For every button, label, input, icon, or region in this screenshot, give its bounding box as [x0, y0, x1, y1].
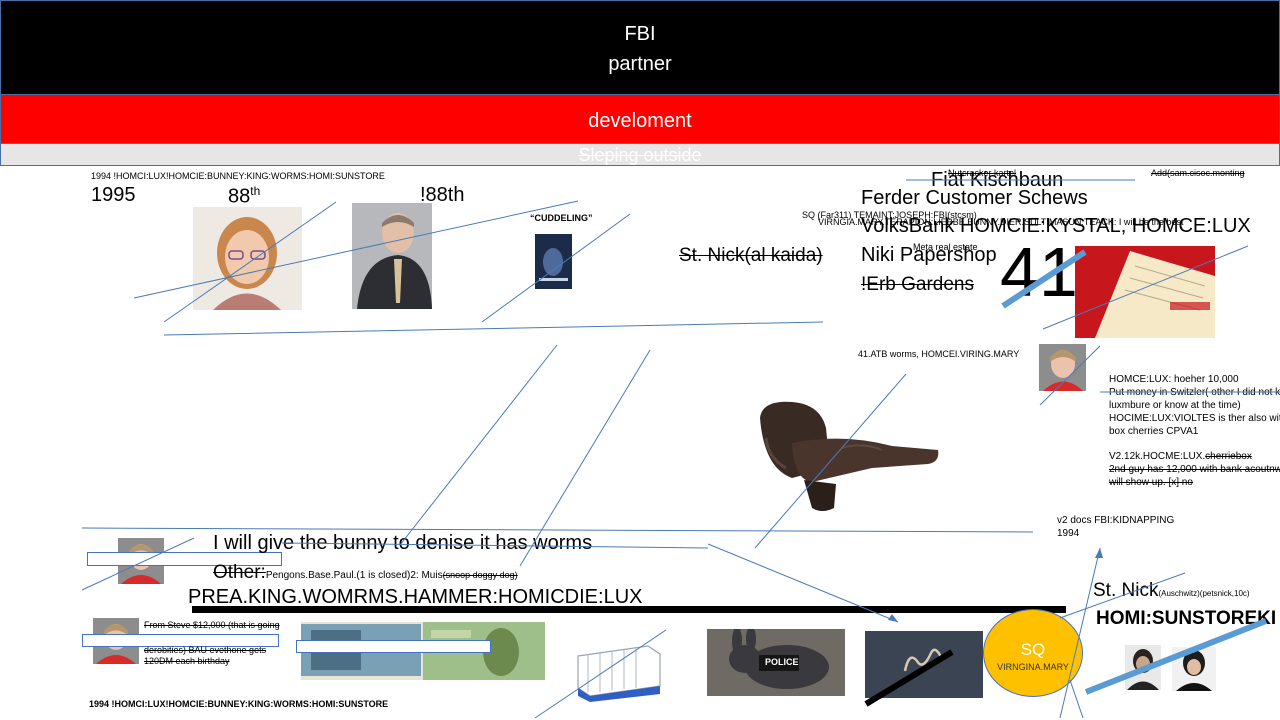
- note-6: V2.12k.HOCME:LUX.cherriebox: [1109, 451, 1252, 462]
- woman-portrait-photo: [193, 207, 302, 310]
- label-88th: 88th: [228, 184, 260, 209]
- sq-circle: SQ VIRNGINA.MARY: [983, 609, 1083, 697]
- note-1: HOMCE:LUX: hoeher 10,000: [1109, 374, 1239, 385]
- recliner-chair-image: [752, 398, 940, 516]
- steve-line-3: 120DM each birthday: [144, 656, 230, 666]
- woman-portrait-drawing: [213, 217, 281, 310]
- other-line: Other:Pengons.Base.Paul.(1 is closed)2: …: [213, 562, 518, 584]
- st-nick-label: St. Nick(al kaida): [679, 245, 823, 266]
- savings-book-drawing: [1095, 251, 1215, 338]
- movie-poster-drawing: [539, 248, 568, 281]
- steve-line-2: derobities) BAU evethone gets: [144, 645, 267, 655]
- grey-band: Sleping outside: [0, 143, 1280, 166]
- big-41-label: 41: [1000, 233, 1078, 311]
- label-88-sup: th: [250, 184, 261, 198]
- kidnapping-note: v2 docs FBI:KIDNAPPING 1994: [1057, 514, 1174, 540]
- atb-label: 41.ATB worms, HOMCEI.VIRING.MARY: [858, 349, 1020, 359]
- note-7: 2nd guy has 12,000 with bank acoutnwe: [1109, 464, 1280, 475]
- steve-line-1: From Steve $12,000 (that is going: [144, 620, 280, 630]
- st-nick-bottom-label: St. Nick: [1093, 580, 1159, 601]
- note-2: Put money in Switzler( other I did not k…: [1109, 387, 1280, 398]
- empty-text-box-3[interactable]: [296, 640, 491, 653]
- st-nick-bottom: St. Nick(Auschwitz)(petsnick,10c): [1093, 580, 1250, 602]
- sq-circle-title: SQ: [1020, 640, 1046, 659]
- other-text: Pengons.Base.Paul.(1 is closed)2: Muis: [265, 570, 443, 581]
- pet-cage-drawing: [577, 645, 661, 702]
- politician-portrait-drawing: [1043, 350, 1083, 391]
- politician-portrait-photo: [1039, 344, 1086, 391]
- other-strike-text: (snoop doggy dog): [442, 570, 518, 580]
- movie-poster-image: [535, 234, 572, 289]
- recliner-chair-drawing: [760, 401, 939, 511]
- police-label: POLICE: [765, 657, 799, 667]
- header-black-band: FBI partner: [0, 0, 1280, 95]
- pet-cage-image: [574, 640, 662, 702]
- worm-photo: [865, 631, 983, 698]
- worm-drawing: [903, 648, 943, 672]
- note-5: box cherries CPVA1: [1109, 426, 1199, 437]
- man-portrait-photo: [352, 203, 432, 309]
- year-label: 1995: [91, 184, 136, 206]
- note-8: will show up. [x] no: [1109, 477, 1193, 488]
- man-portrait-drawing: [357, 213, 432, 309]
- savings-book-image: [1075, 246, 1215, 338]
- meta-label: Meta real estate: [913, 242, 978, 252]
- sq-circle-subtitle: VIRNGINA.MARY: [997, 662, 1069, 672]
- note-4: HOCIME:LUX:VIOLTES is ther also with che…: [1109, 413, 1280, 424]
- top-caption: 1994 !HOMCI:LUX!HOMCIE:BUNNEY:KING:WORMS…: [91, 171, 385, 181]
- label-88-base: 88: [228, 185, 251, 208]
- headshot-1-drawing: [1127, 649, 1159, 690]
- other-label: Other:: [213, 562, 266, 583]
- sq-line-2: VIRNGIA.MARY.TERAPION:LIEBBE.BUNNY.DIER.…: [818, 217, 1184, 227]
- note-3: luxmbure or know at the time): [1109, 400, 1241, 411]
- thick-divider: [192, 606, 1066, 613]
- homi-sunstore-label: HOMI:SUNSTOREKI: [1096, 608, 1277, 629]
- addsam-label: Add(sam.cisoc.monting: [1151, 168, 1245, 178]
- bottom-caption: 1994 !HOMCI:LUX!HOMCIE:BUNNEY:KING:WORMS…: [89, 699, 389, 709]
- right-notes: HOMCE:LUX: hoeher 10,000 Put money in Sw…: [1109, 373, 1280, 489]
- steve-note: From Steve $12,000 (that is going derobi…: [144, 620, 304, 667]
- cuddeling-label: “CUDDELING”: [530, 213, 593, 223]
- erb-label: !Erb Gardens: [861, 274, 974, 295]
- ferder-label: Ferder Customer Schews: [861, 187, 1088, 209]
- kidnapping-line-2: 1994: [1057, 528, 1080, 539]
- header-title: FBI: [624, 23, 656, 45]
- headshot-2-drawing: [1176, 650, 1212, 691]
- headshot-2: [1172, 647, 1216, 691]
- kidnapping-line-1: v2 docs FBI:KIDNAPPING: [1057, 515, 1175, 526]
- bunny-sentence: I will give the bunny to denise it has w…: [213, 532, 593, 554]
- header-subtitle: partner: [608, 53, 672, 75]
- red-band: develoment: [0, 95, 1280, 143]
- st-nick-bottom-small: (Auschwitz)(petsnick,10c): [1158, 589, 1250, 598]
- headshot-1: [1125, 645, 1161, 690]
